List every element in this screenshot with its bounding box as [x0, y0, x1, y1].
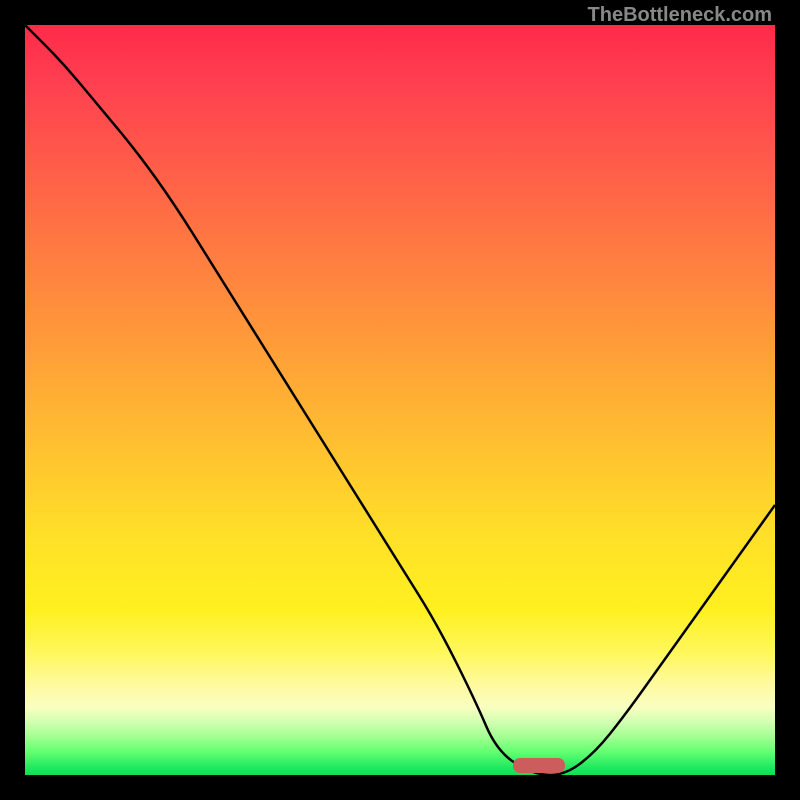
bottleneck-chart	[25, 25, 775, 775]
watermark-text: TheBottleneck.com	[588, 4, 772, 27]
optimal-marker	[513, 758, 566, 773]
chart-curve	[25, 25, 775, 775]
